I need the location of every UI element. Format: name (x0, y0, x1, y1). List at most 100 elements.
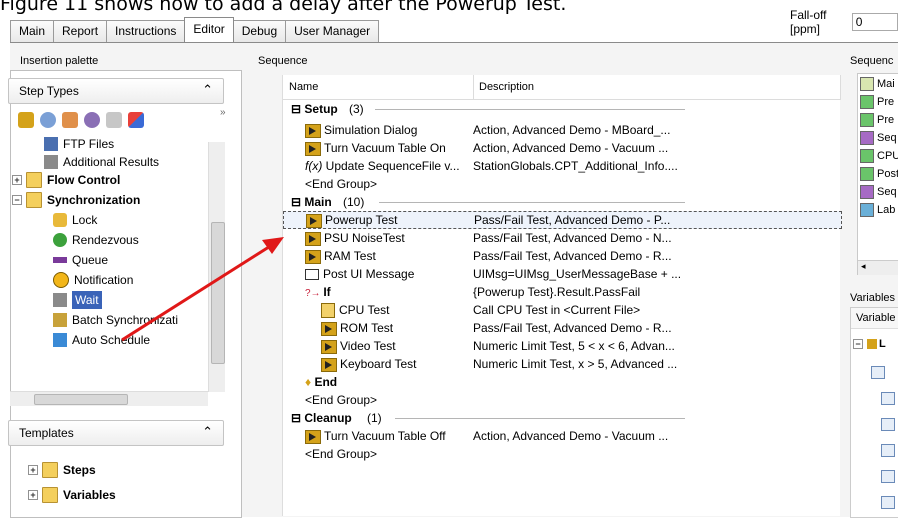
step-row-selected[interactable]: Powerup Test Pass/Fail Test, Advanced De… (283, 211, 842, 229)
step-name: Simulation Dialog (324, 123, 418, 137)
main-tabbar: Main Report Instructions Editor Debug Us… (10, 17, 380, 42)
folder-icon (26, 172, 42, 188)
sequence-item[interactable]: Lab (860, 202, 895, 218)
tree-item-label: Lock (72, 213, 98, 227)
variable-node[interactable] (881, 496, 895, 509)
sound-step-icon[interactable] (84, 112, 100, 128)
tab-editor[interactable]: Editor (184, 17, 234, 42)
action-step-icon (305, 429, 321, 444)
tree-item-lock[interactable]: Lock (53, 211, 97, 229)
tab-report[interactable]: Report (53, 20, 108, 42)
templates-header[interactable]: Templates ⌃ (8, 420, 224, 446)
tree-item-wait[interactable]: Wait (53, 291, 102, 309)
sequence-item[interactable]: Pre (860, 94, 894, 110)
pass-fail-icon (305, 249, 321, 264)
tree-item-ftp-files[interactable]: FTP Files (44, 135, 114, 153)
sequence-item-label: CPU (877, 150, 898, 162)
expand-plus-icon[interactable]: + (12, 175, 22, 185)
falloff-label: Fall-off [ppm] (790, 8, 827, 36)
flag-step-icon[interactable] (128, 112, 144, 128)
variables-header[interactable]: Variable (851, 308, 898, 329)
expand-plus-icon[interactable]: + (28, 465, 38, 475)
tree-item-label: Synchronization (47, 193, 141, 207)
tree-item-label: Variables (63, 488, 116, 502)
sequence-item[interactable]: Mai (860, 76, 895, 92)
scroll-thumb[interactable] (211, 222, 225, 364)
more-chevron-icon[interactable]: » (220, 107, 226, 118)
end-group-row[interactable]: <End Group> (283, 391, 840, 409)
tree-item-label: Steps (63, 463, 96, 477)
tree-item-synchronization[interactable]: − Synchronization (12, 191, 140, 209)
scroll-left-icon[interactable]: ◂ (861, 261, 866, 272)
step-row[interactable]: Post UI Message UIMsg=UIMsg_UserMessageB… (283, 265, 840, 283)
step-type-toolbar (18, 112, 144, 128)
sequence-item[interactable]: CPU (860, 148, 898, 164)
tree-item-queue[interactable]: Queue (53, 251, 108, 269)
variable-node[interactable] (881, 392, 895, 405)
scroll-thumb[interactable] (34, 394, 128, 405)
step-row[interactable]: Turn Vacuum Table Off Action, Advanced D… (283, 427, 840, 445)
tree-item-flow-control[interactable]: + Flow Control (12, 171, 120, 189)
tree-item-notification[interactable]: Notification (53, 271, 133, 289)
end-group-row[interactable]: <End Group> (283, 175, 840, 193)
palette-horizontal-scrollbar[interactable] (10, 391, 208, 406)
variable-node[interactable] (871, 366, 885, 379)
sequence-item-label: Seq (877, 132, 897, 144)
group-divider (395, 418, 685, 419)
end-group-row[interactable]: <End Group> (283, 445, 840, 463)
collapse-up-icon[interactable]: ⌃ (202, 82, 213, 98)
tree-item-rendezvous[interactable]: Rendezvous (53, 231, 139, 249)
step-description: Action, Advanced Demo - MBoard_... (473, 123, 671, 137)
step-row[interactable]: RAM Test Pass/Fail Test, Advanced Demo -… (283, 247, 840, 265)
step-description: Call CPU Test in <Current File> (473, 303, 641, 317)
sequence-item[interactable]: Post (860, 166, 898, 182)
template-item-variables[interactable]: + Variables (28, 486, 116, 504)
step-row[interactable]: Simulation Dialog Action, Advanced Demo … (283, 121, 840, 139)
step-row[interactable]: Video Test Numeric Limit Test, 5 < x < 6… (283, 337, 840, 355)
property-loader-icon[interactable] (62, 112, 78, 128)
step-row[interactable]: f(x) Update SequenceFile v... StationGlo… (283, 157, 840, 175)
locals-node[interactable]: − L (853, 338, 886, 350)
additional-results-icon (44, 155, 58, 169)
sequences-hscroll[interactable]: ◂ (858, 260, 898, 275)
collapse-up-icon[interactable]: ⌃ (202, 424, 213, 440)
sequence-call-icon (321, 303, 335, 319)
variable-node[interactable] (881, 444, 895, 457)
collapse-minus-icon[interactable]: − (853, 339, 863, 349)
gear-step-icon[interactable] (40, 112, 56, 128)
sequence-item[interactable]: Seq (860, 184, 897, 200)
tree-item-label: FTP Files (63, 137, 115, 151)
step-row[interactable]: ♦ End (283, 373, 840, 391)
step-row[interactable]: PSU NoiseTest Pass/Fail Test, Advanced D… (283, 229, 840, 247)
action-step-icon[interactable] (18, 112, 34, 128)
palette-vertical-scrollbar[interactable] (208, 142, 225, 392)
step-row[interactable]: CPU Test Call CPU Test in <Current File> (283, 301, 840, 319)
tab-user-manager[interactable]: User Manager (285, 20, 380, 42)
step-row[interactable]: ROM Test Pass/Fail Test, Advanced Demo -… (283, 319, 840, 337)
database-step-icon[interactable] (106, 112, 122, 128)
variable-node[interactable] (881, 470, 895, 483)
step-row[interactable]: Keyboard Test Numeric Limit Test, x > 5,… (283, 355, 840, 373)
falloff-input[interactable]: 0 (851, 13, 898, 31)
group-setup-count: (3) (349, 102, 364, 116)
lock-icon (53, 213, 67, 227)
column-header-name[interactable]: Name (283, 75, 474, 100)
step-row[interactable]: ?→ If {Powerup Test}.Result.PassFail (283, 283, 840, 301)
collapse-minus-icon[interactable]: − (12, 195, 22, 205)
expand-plus-icon[interactable]: + (28, 490, 38, 500)
tree-item-batch-synchronization[interactable]: Batch Synchronizati (53, 311, 178, 329)
template-item-steps[interactable]: + Steps (28, 461, 96, 479)
sequence-item[interactable]: Seq (860, 130, 897, 146)
sequence-item[interactable]: Pre (860, 112, 894, 128)
step-row[interactable]: Turn Vacuum Table On Action, Advanced De… (283, 139, 840, 157)
variable-node[interactable] (881, 418, 895, 431)
tab-instructions[interactable]: Instructions (106, 20, 186, 42)
tab-main[interactable]: Main (10, 20, 55, 42)
step-types-header[interactable]: Step Types ⌃ (8, 78, 224, 104)
column-header-description[interactable]: Description (473, 75, 841, 100)
expression-icon: f(x) (305, 159, 326, 173)
tree-item-additional-results[interactable]: Additional Results (44, 153, 159, 171)
tab-debug[interactable]: Debug (232, 20, 287, 42)
step-description: {Powerup Test}.Result.PassFail (473, 285, 641, 299)
tree-item-auto-schedule[interactable]: Auto Schedule (53, 331, 150, 349)
